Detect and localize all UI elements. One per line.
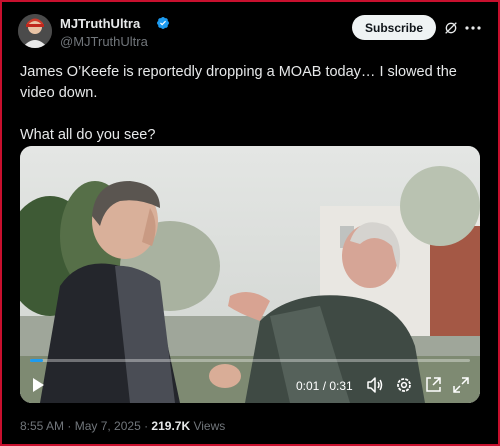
fullscreen-icon[interactable]: [452, 376, 470, 394]
video-time-separator: /: [319, 379, 330, 393]
video-duration: 0:31: [329, 379, 353, 393]
subscribe-button[interactable]: Subscribe: [352, 15, 436, 40]
video-progress-fill: [30, 359, 44, 362]
verified-badge-icon: [157, 17, 169, 29]
views-count: 219.7K: [151, 419, 191, 433]
settings-icon[interactable]: [395, 376, 413, 394]
play-icon[interactable]: [30, 377, 46, 393]
video-current-time: 0:01: [296, 379, 320, 393]
volume-icon[interactable]: [366, 376, 384, 394]
avatar[interactable]: [18, 14, 52, 48]
tweet-text-line: James O’Keefe is reportedly dropping a M…: [20, 64, 457, 101]
tweet-text-line: What all do you see?: [20, 127, 156, 143]
views-label: Views: [190, 419, 226, 433]
video-time: 0:01 / 0:31: [296, 379, 353, 393]
video-player[interactable]: 0:01 / 0:31: [20, 146, 480, 403]
tweet-date[interactable]: May 7, 2025: [75, 419, 141, 433]
grok-icon[interactable]: [443, 20, 459, 36]
picture-in-picture-icon[interactable]: [424, 376, 442, 394]
more-horizontal-icon[interactable]: [464, 20, 482, 36]
author-display-name[interactable]: MJTruthUltra: [60, 16, 140, 31]
tweet-meta: 8:55 AM · May 7, 2025 · 219.7K Views: [20, 419, 225, 433]
avatar-image: [18, 14, 52, 48]
video-progress-bar[interactable]: [30, 359, 470, 362]
video-frame-image: [20, 146, 480, 403]
meta-separator: ·: [140, 419, 152, 433]
meta-separator: ·: [64, 419, 75, 433]
tweet-text: James O’Keefe is reportedly dropping a M…: [20, 62, 488, 146]
tweet: MJTruthUltra @MJTruthUltra Subscribe Jam…: [8, 6, 492, 440]
tweet-time[interactable]: 8:55 AM: [20, 419, 64, 433]
author-handle[interactable]: @MJTruthUltra: [60, 34, 148, 49]
